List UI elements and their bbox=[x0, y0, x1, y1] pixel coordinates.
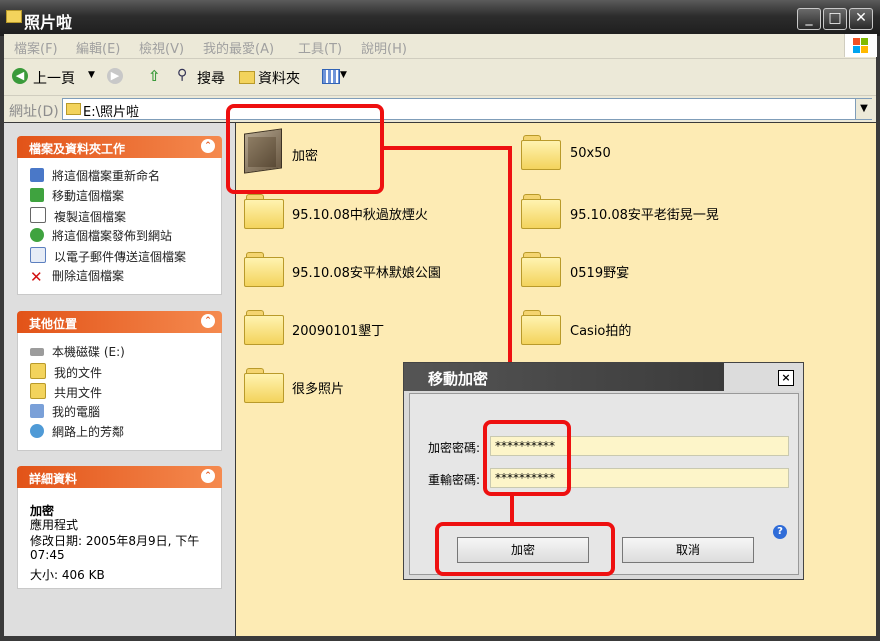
place-my-documents[interactable]: 我的文件 bbox=[30, 363, 102, 381]
task-pane: 檔案及資料夾工作 ⌃ 將這個檔案重新命名 移動這個檔案 複製這個檔案 將這個檔案… bbox=[4, 123, 235, 636]
drive-icon bbox=[30, 348, 44, 356]
annotation-box bbox=[226, 104, 384, 194]
menu-tools[interactable]: 工具(T) bbox=[298, 38, 342, 57]
view-menu-icon[interactable] bbox=[322, 69, 340, 84]
task-email[interactable]: 以電子郵件傳送這個檔案 bbox=[30, 247, 186, 265]
address-input[interactable]: E:\照片啦 ▼ bbox=[62, 98, 872, 120]
collapse-icon[interactable]: ⌃ bbox=[201, 314, 215, 328]
publish-web-icon bbox=[30, 228, 44, 242]
forward-icon[interactable]: ▶ bbox=[107, 68, 123, 84]
file-item-label[interactable]: 很多照片 bbox=[292, 378, 344, 397]
collapse-icon[interactable]: ⌃ bbox=[201, 469, 215, 483]
computer-icon bbox=[30, 404, 44, 418]
menu-favorites[interactable]: 我的最愛(A) bbox=[203, 38, 274, 57]
move-icon bbox=[30, 188, 44, 202]
address-label: 網址(D) bbox=[9, 104, 59, 120]
panel-header-details[interactable]: 詳細資料 ⌃ bbox=[17, 466, 222, 488]
address-bar: 網址(D) E:\照片啦 ▼ bbox=[4, 96, 876, 122]
folder-icon bbox=[66, 103, 81, 115]
folders-icon bbox=[239, 71, 255, 84]
place-shared-documents[interactable]: 共用文件 bbox=[30, 383, 102, 401]
panel-title: 其他位置 bbox=[29, 317, 78, 331]
menu-file[interactable]: 檔案(F) bbox=[14, 38, 58, 57]
task-move[interactable]: 移動這個檔案 bbox=[30, 187, 124, 204]
delete-icon: ✕ bbox=[30, 268, 43, 286]
folders-button[interactable]: 資料夾 bbox=[258, 68, 300, 88]
folder-icon[interactable] bbox=[521, 252, 561, 287]
folder-icon[interactable] bbox=[521, 194, 561, 229]
task-delete[interactable]: ✕ 刪除這個檔案 bbox=[30, 267, 124, 286]
address-path: E:\照片啦 bbox=[83, 105, 139, 120]
detail-modified: 修改日期: 2005年8月9日, 下午 07:45 bbox=[30, 534, 200, 562]
network-icon bbox=[30, 424, 44, 438]
help-icon[interactable]: ? bbox=[773, 525, 787, 539]
panel-body-file-tasks: 將這個檔案重新命名 移動這個檔案 複製這個檔案 將這個檔案發佈到網站 以電子郵件… bbox=[17, 158, 222, 295]
collapse-icon[interactable]: ⌃ bbox=[201, 139, 215, 153]
panel-title: 詳細資料 bbox=[29, 472, 78, 486]
place-my-computer[interactable]: 我的電腦 bbox=[30, 403, 100, 420]
folder-icon[interactable] bbox=[244, 310, 284, 345]
menu-help[interactable]: 說明(H) bbox=[361, 38, 407, 57]
folder-icon bbox=[30, 383, 46, 399]
password-label: 加密密碼: bbox=[428, 441, 481, 455]
folder-icon bbox=[30, 363, 46, 379]
file-item-label[interactable]: 95.10.08安平老街晃一晃 bbox=[570, 204, 719, 223]
folder-icon[interactable] bbox=[244, 194, 284, 229]
dialog-title: 移動加密 bbox=[428, 370, 489, 388]
confirm-label: 重輸密碼: bbox=[428, 473, 481, 487]
panel-header-other-places[interactable]: 其他位置 ⌃ bbox=[17, 311, 222, 333]
place-network[interactable]: 網路上的芳鄰 bbox=[30, 423, 124, 440]
task-publish[interactable]: 將這個檔案發佈到網站 bbox=[30, 227, 172, 244]
file-item-label[interactable]: 20090101墾丁 bbox=[292, 320, 384, 339]
annotation-box bbox=[435, 522, 615, 576]
up-folder-icon[interactable]: ⇧ bbox=[148, 67, 164, 85]
search-icon: ⚲ bbox=[177, 67, 188, 83]
task-rename[interactable]: 將這個檔案重新命名 bbox=[30, 167, 160, 184]
menu-edit[interactable]: 編輯(E) bbox=[76, 38, 120, 57]
panel-header-file-tasks[interactable]: 檔案及資料夾工作 ⌃ bbox=[17, 136, 222, 158]
search-button[interactable]: 搜尋 bbox=[197, 68, 225, 88]
file-item-label[interactable]: 95.10.08中秋過放煙火 bbox=[292, 204, 428, 223]
copy-icon bbox=[30, 207, 46, 223]
detail-size: 大小: 406 KB bbox=[30, 568, 105, 582]
back-icon: ◀ bbox=[12, 68, 28, 84]
folder-icon[interactable] bbox=[521, 135, 561, 170]
file-item-label[interactable]: Casio拍的 bbox=[570, 320, 631, 339]
menu-view[interactable]: 檢視(V) bbox=[139, 38, 184, 57]
back-button[interactable]: 上一頁 bbox=[33, 68, 75, 88]
email-icon bbox=[30, 247, 46, 263]
file-item-label[interactable]: 0519野宴 bbox=[570, 262, 629, 281]
place-local-disk[interactable]: 本機磁碟 (E:) bbox=[30, 343, 125, 360]
annotation-line bbox=[510, 492, 514, 524]
close-button[interactable]: ✕ bbox=[849, 8, 873, 30]
folder-icon[interactable] bbox=[521, 310, 561, 345]
toolbar: ◀ 上一頁 ▼ ▶ ⇧ ⚲ 搜尋 資料夾 ▼ bbox=[4, 59, 876, 96]
cancel-button[interactable]: 取消 bbox=[622, 537, 754, 563]
folder-icon bbox=[6, 10, 22, 23]
dialog-close-icon[interactable]: × bbox=[778, 370, 794, 386]
minimize-button[interactable]: _ bbox=[797, 8, 821, 30]
dialog-title-bar: 移動加密 × bbox=[404, 363, 803, 391]
annotation-line bbox=[382, 146, 512, 150]
folder-icon[interactable] bbox=[244, 368, 284, 403]
panel-title: 檔案及資料夾工作 bbox=[29, 142, 126, 156]
task-copy[interactable]: 複製這個檔案 bbox=[30, 207, 126, 225]
view-dropdown-icon[interactable]: ▼ bbox=[340, 70, 347, 80]
annotation-box bbox=[483, 420, 571, 496]
file-item-label[interactable]: 95.10.08安平林默娘公園 bbox=[292, 262, 441, 281]
file-item-label[interactable]: 50x50 bbox=[570, 146, 611, 161]
window-title: 照片啦 bbox=[24, 13, 73, 32]
maximize-button[interactable]: □ bbox=[823, 8, 847, 30]
panel-body-details: 加密 應用程式 修改日期: 2005年8月9日, 下午 07:45 大小: 40… bbox=[17, 488, 222, 589]
title-bar: 照片啦 _ □ ✕ bbox=[0, 0, 880, 36]
detail-type: 應用程式 bbox=[30, 518, 79, 532]
folder-icon[interactable] bbox=[244, 252, 284, 287]
menu-bar: 檔案(F) 編輯(E) 檢視(V) 我的最愛(A) 工具(T) 說明(H) bbox=[4, 34, 877, 59]
back-dropdown-icon[interactable]: ▼ bbox=[88, 70, 95, 80]
windows-logo-icon bbox=[844, 34, 877, 57]
rename-icon bbox=[30, 168, 44, 182]
panel-body-other-places: 本機磁碟 (E:) 我的文件 共用文件 我的電腦 網路上的芳鄰 bbox=[17, 333, 222, 451]
address-dropdown-icon[interactable]: ▼ bbox=[855, 99, 872, 119]
